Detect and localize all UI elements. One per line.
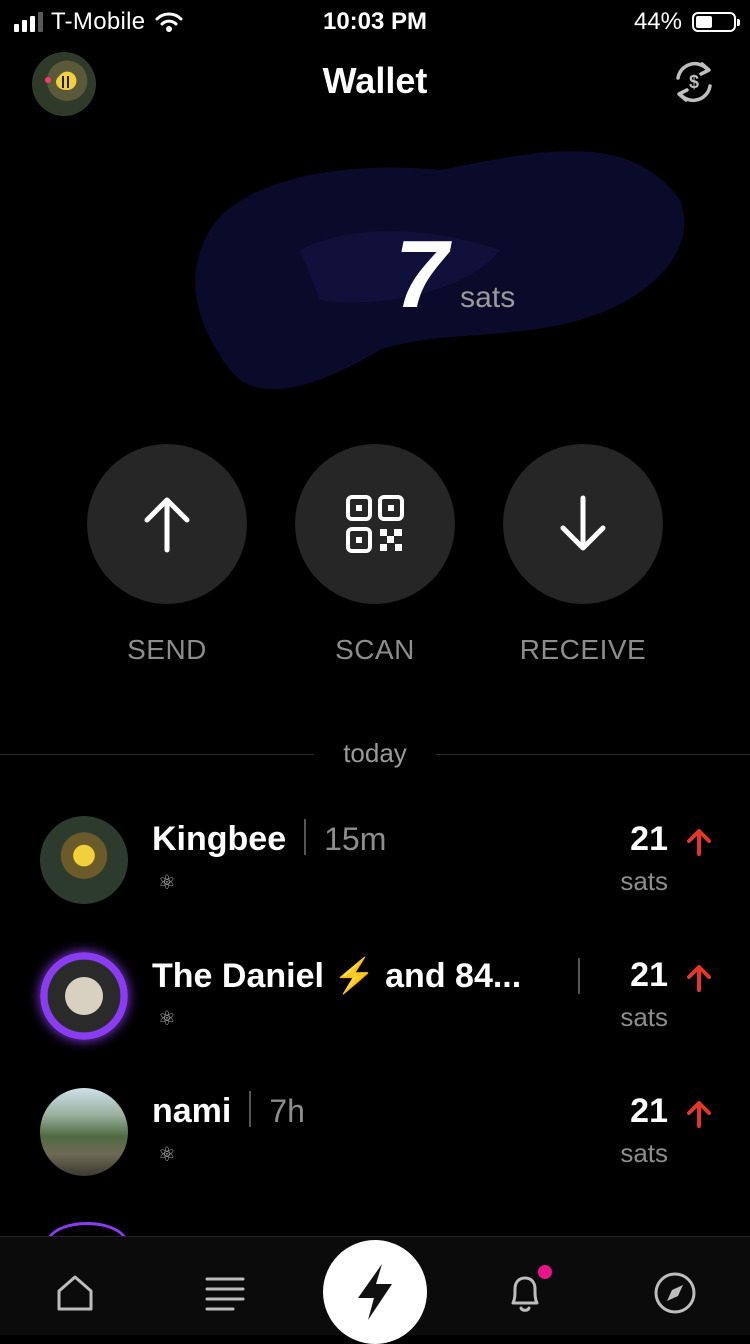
compass-icon[interactable] <box>653 1271 697 1315</box>
zap-icon: ⚛ <box>158 872 176 894</box>
balance-unit: sats <box>460 281 516 314</box>
transaction-name: The Daniel ⚡ and 84... <box>152 956 521 996</box>
qr-code-icon <box>346 495 404 553</box>
balance-display: 7 sats <box>0 220 750 330</box>
scan-label: SCAN <box>335 634 415 665</box>
transaction-unit: sats <box>620 1002 668 1032</box>
transaction-amount: 21 <box>630 956 668 994</box>
transaction-amount: 21 <box>630 820 668 858</box>
battery-percent: 44% <box>633 8 682 35</box>
send-label: SEND <box>127 634 207 665</box>
section-label: today <box>343 738 407 768</box>
avatar[interactable] <box>40 816 128 904</box>
balance-area: 7 sats <box>0 130 750 430</box>
notification-dot <box>538 1265 552 1279</box>
currency-swap-icon[interactable]: $ <box>668 56 720 108</box>
avatar[interactable] <box>40 952 128 1040</box>
transaction-row[interactable]: The Daniel ⚡ and 84... ⚛ 21 sats <box>0 952 750 1072</box>
separator <box>578 958 580 994</box>
separator <box>304 819 307 856</box>
status-right: 44% <box>633 8 740 36</box>
transaction-unit: sats <box>620 1138 668 1168</box>
lightning-icon <box>358 1264 392 1320</box>
page-title: Wallet <box>322 60 428 101</box>
receive-button[interactable]: RECEIVE <box>503 444 663 666</box>
scan-circle[interactable] <box>295 444 455 604</box>
zap-icon: ⚛ <box>158 1008 176 1030</box>
receive-label: RECEIVE <box>519 634 647 665</box>
separator <box>249 1091 252 1128</box>
scan-button[interactable]: SCAN <box>295 444 455 666</box>
transaction-amount: 21 <box>630 1092 668 1130</box>
header: Wallet $ <box>0 50 750 116</box>
receive-circle[interactable] <box>503 444 663 604</box>
transaction-time: 7h <box>269 1093 305 1129</box>
lightning-button[interactable] <box>323 1240 427 1344</box>
avatar[interactable] <box>40 1088 128 1176</box>
status-bar: T-Mobile 10:03 PM 44% <box>0 0 750 44</box>
balance-value: 7 <box>394 221 448 328</box>
sent-arrow-icon <box>687 829 711 856</box>
arrow-up-icon <box>144 497 190 553</box>
sender-name: The Daniel ⚡ and 84... <box>152 957 522 995</box>
battery-fill <box>696 16 712 28</box>
arrow-down-icon <box>560 495 606 551</box>
svg-text:$: $ <box>689 72 699 92</box>
sender-name: Kingbee <box>152 820 287 858</box>
sent-arrow-icon <box>687 965 711 992</box>
transaction-name: Kingbee 15m <box>152 819 387 859</box>
sender-name: nami <box>152 1092 232 1130</box>
transaction-unit: sats <box>620 866 668 896</box>
transaction-row[interactable]: Kingbee 15m ⚛ 21 sats <box>0 816 750 936</box>
send-circle[interactable] <box>87 444 247 604</box>
zap-icon: ⚛ <box>158 1144 176 1166</box>
send-button[interactable]: SEND <box>87 444 247 666</box>
transaction-name: nami 7h <box>152 1091 305 1131</box>
sent-arrow-icon <box>687 1101 711 1128</box>
home-icon[interactable] <box>53 1271 97 1315</box>
transaction-row[interactable]: nami 7h ⚛ 21 sats <box>0 1088 750 1208</box>
battery-icon <box>692 12 740 32</box>
transaction-time: 15m <box>324 821 387 857</box>
feed-icon[interactable] <box>203 1271 247 1315</box>
